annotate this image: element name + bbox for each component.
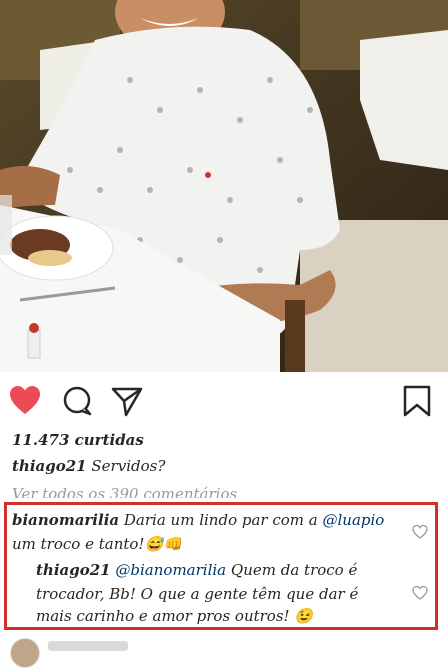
reply-1-line-3: mais carinho e amor pros outros! 😉 (36, 607, 314, 625)
reply-1-like-icon[interactable] (412, 585, 428, 601)
comment-1-username[interactable]: bianomarilia (12, 511, 119, 529)
comment-1-line-1: bianomarilia Daria um lindo par com a @l… (12, 508, 384, 532)
comment-1-line-2: um troco e tanto!😅👊 (12, 535, 182, 553)
comment-1-like-icon[interactable] (412, 524, 428, 540)
comment-icon[interactable] (60, 384, 94, 418)
post-photo (0, 0, 448, 372)
reply-1-text: Quem da troco é (230, 561, 358, 579)
post-actions (0, 372, 448, 430)
reply-1-line-1: thiago21 @bianomarilia Quem da troco é (36, 558, 357, 582)
avatar[interactable] (10, 638, 40, 668)
next-post-username-placeholder (48, 641, 128, 651)
caption-username[interactable]: thiago21 (12, 457, 87, 475)
reply-1-mention[interactable]: @bianomarilia (115, 561, 226, 579)
view-all-comments-link[interactable]: Ver todos os 390 comentários (12, 484, 237, 498)
caption-text: Servidos? (91, 457, 166, 475)
share-icon[interactable] (110, 384, 144, 418)
reply-1-username[interactable]: thiago21 (36, 561, 111, 579)
comment-1-mention[interactable]: @luapio (323, 511, 385, 529)
post-caption: thiago21 Servidos? (12, 456, 165, 476)
like-count[interactable]: 11.473 curtidas (12, 430, 144, 450)
reply-1-line-2: trocador, Bb! O que a gente têm que dar … (36, 585, 359, 603)
heart-icon[interactable] (8, 384, 42, 418)
bookmark-icon[interactable] (400, 384, 434, 418)
comment-1-text: Daria um lindo par com a (123, 511, 318, 529)
